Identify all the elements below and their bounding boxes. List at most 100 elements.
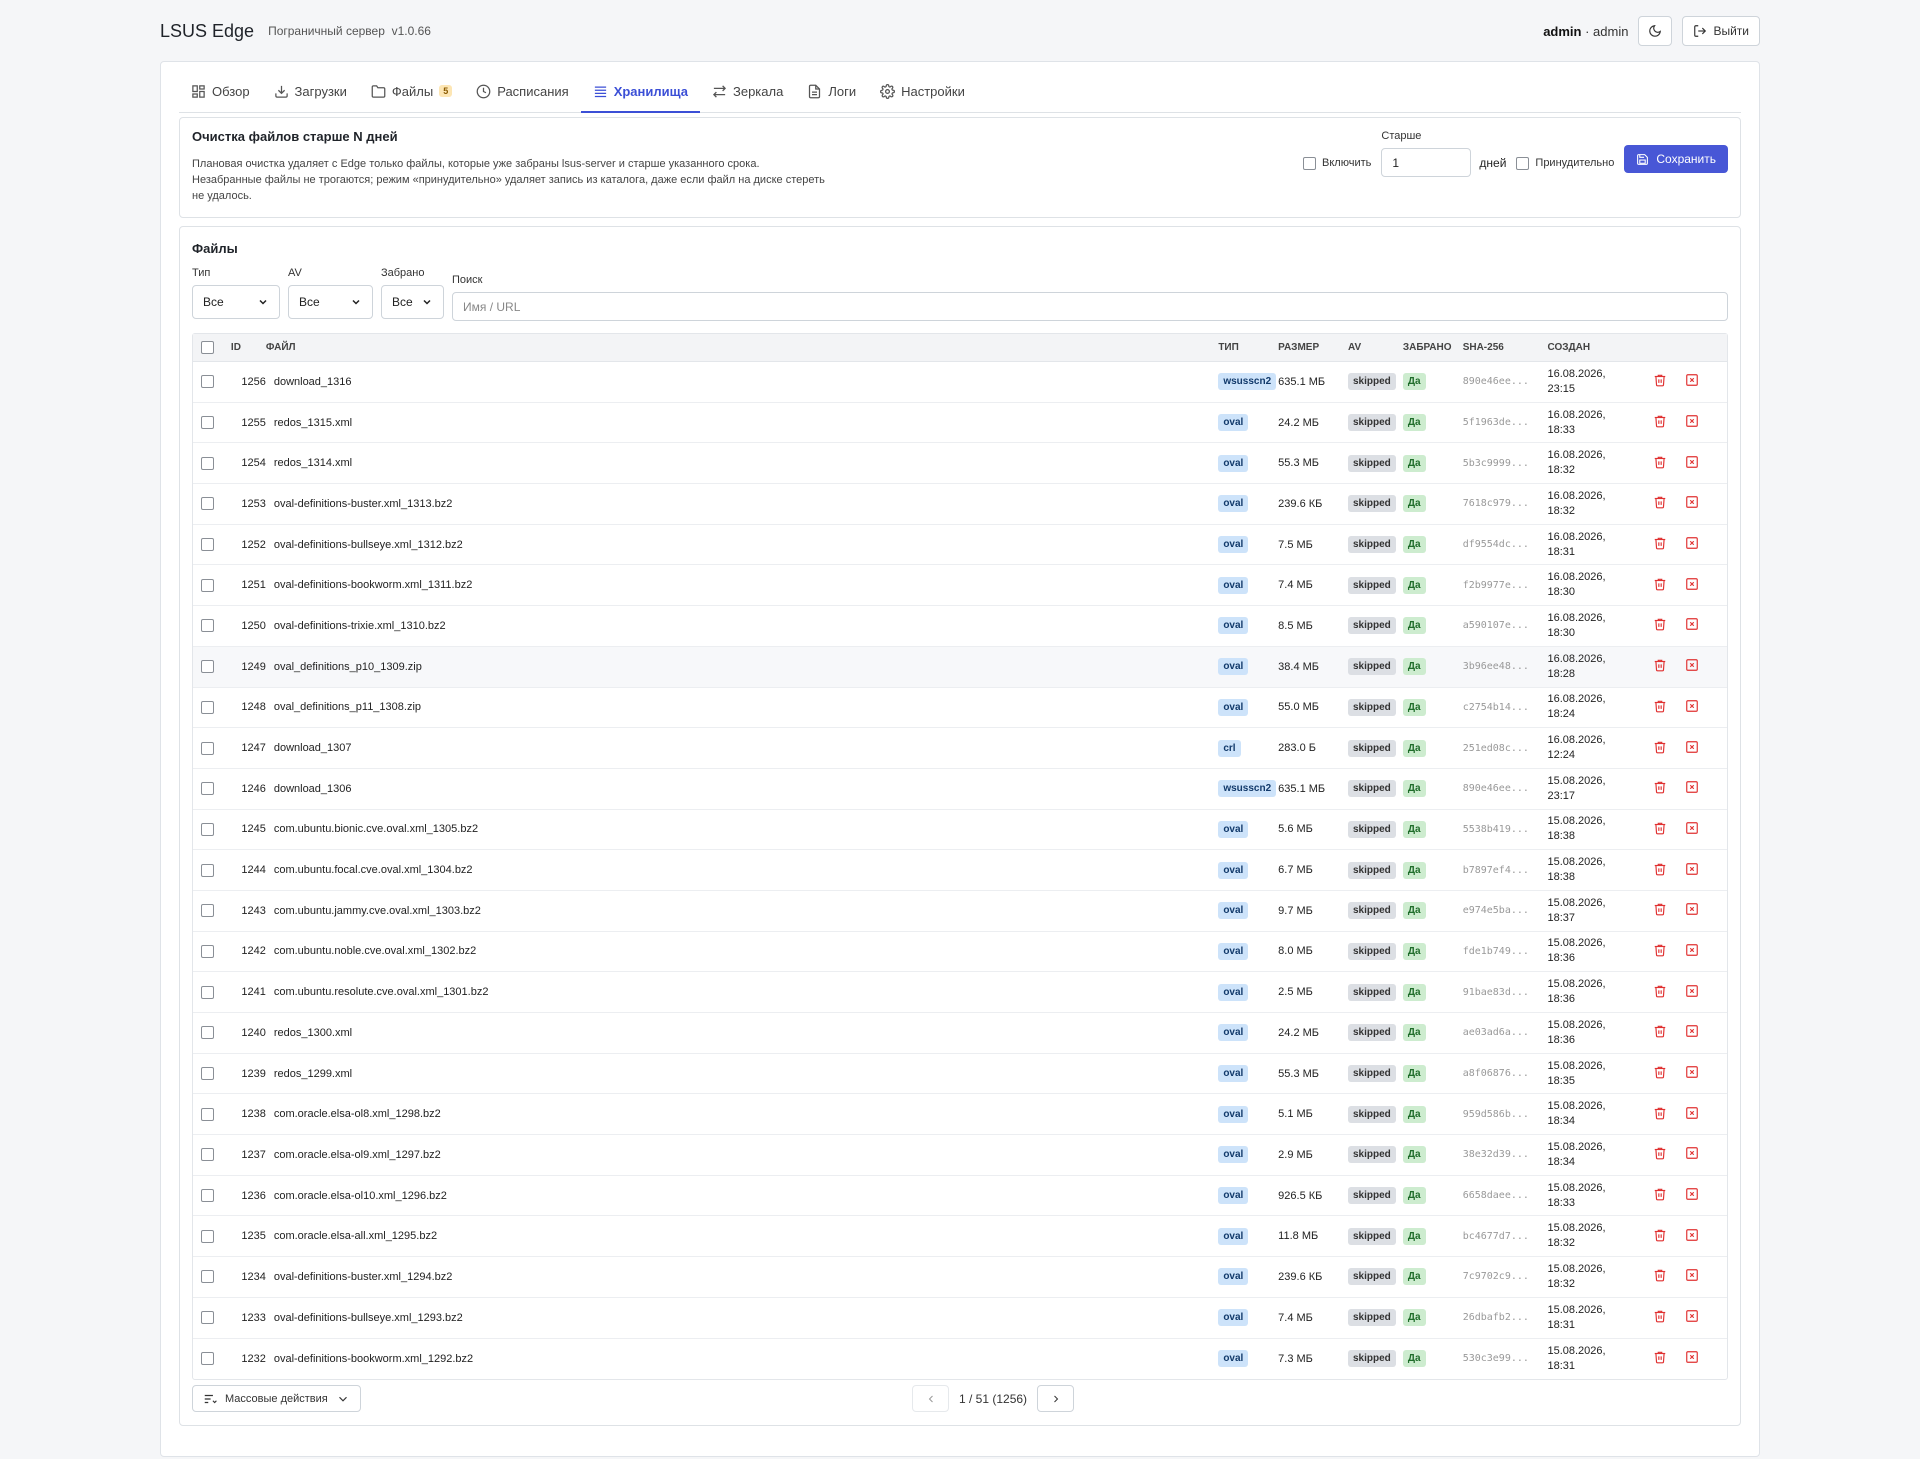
delete-file-button[interactable] [1653, 699, 1667, 716]
row-checkbox[interactable] [201, 904, 214, 918]
row-checkbox[interactable] [201, 660, 214, 674]
row-checkbox[interactable] [201, 375, 214, 389]
remove-record-button[interactable] [1685, 1065, 1699, 1082]
remove-record-button[interactable] [1685, 1228, 1699, 1245]
delete-file-button[interactable] [1653, 617, 1667, 634]
row-checkbox[interactable] [201, 1026, 214, 1040]
col-id[interactable]: ID [231, 342, 266, 353]
col-file[interactable]: ФАЙЛ [266, 342, 1219, 353]
remove-record-button[interactable] [1685, 536, 1699, 553]
theme-toggle-button[interactable] [1638, 16, 1673, 46]
table-row[interactable]: 1238 com.oracle.elsa-ol8.xml_1298.bz2 oval… [193, 1094, 1727, 1136]
table-row[interactable]: 1241 com.ubuntu.resolute.cve.oval.xml_130… [193, 972, 1727, 1013]
delete-file-button[interactable] [1653, 902, 1667, 919]
table-row[interactable]: 1247 download_1307 crl 283.0 Б skipped Да 251e… [193, 728, 1727, 769]
row-checkbox[interactable] [201, 741, 214, 755]
row-checkbox[interactable] [201, 782, 214, 796]
type-select[interactable]: Все [192, 285, 280, 319]
table-row[interactable]: 1254 redos_1314.xml oval 55.3 МБ skipped Да 5b… [193, 443, 1727, 485]
remove-record-button[interactable] [1685, 984, 1699, 1001]
col-av[interactable]: AV [1348, 342, 1403, 353]
delete-file-button[interactable] [1653, 780, 1667, 797]
checkbox-box[interactable] [1516, 156, 1530, 170]
delete-file-button[interactable] [1653, 1146, 1667, 1163]
tab-2[interactable]: Файлы 5 [359, 70, 464, 112]
taken-select[interactable]: Все [381, 285, 444, 319]
table-row[interactable]: 1252 oval-definitions-bullseye.xml_1312.b… [193, 525, 1727, 566]
remove-record-button[interactable] [1685, 617, 1699, 634]
table-row[interactable]: 1236 com.oracle.elsa-ol10.xml_1296.bz2 ova… [193, 1176, 1727, 1217]
save-button[interactable]: Сохранить [1624, 145, 1728, 173]
remove-record-button[interactable] [1685, 699, 1699, 716]
row-checkbox[interactable] [201, 619, 214, 633]
table-row[interactable]: 1234 oval-definitions-buster.xml_1294.bz2… [193, 1257, 1727, 1298]
delete-file-button[interactable] [1653, 1268, 1667, 1285]
remove-record-button[interactable] [1685, 1187, 1699, 1204]
checkbox-box[interactable] [1303, 156, 1317, 170]
row-checkbox[interactable] [201, 822, 214, 836]
table-row[interactable]: 1246 download_1306 wsusscn2 635.1 МБ skipped… [193, 769, 1727, 810]
prev-page-button[interactable] [912, 1385, 949, 1412]
bulk-actions-button[interactable]: Массовые действия [192, 1385, 361, 1412]
row-checkbox[interactable] [201, 1270, 214, 1284]
col-size[interactable]: РАЗМЕР [1278, 342, 1348, 353]
delete-file-button[interactable] [1653, 821, 1667, 838]
table-row[interactable]: 1253 oval-definitions-buster.xml_1313.bz2… [193, 484, 1727, 525]
row-checkbox[interactable] [201, 944, 214, 958]
row-checkbox[interactable] [201, 416, 214, 430]
table-row[interactable]: 1250 oval-definitions-trixie.xml_1310.bz2… [193, 606, 1727, 647]
remove-record-button[interactable] [1685, 821, 1699, 838]
delete-file-button[interactable] [1653, 1187, 1667, 1204]
table-row[interactable]: 1235 com.oracle.elsa-all.xml_1295.bz2 oval… [193, 1216, 1727, 1258]
older-days-input[interactable]: 1 [1381, 148, 1472, 177]
delete-file-button[interactable] [1653, 536, 1667, 553]
remove-record-button[interactable] [1685, 414, 1699, 431]
search-input[interactable]: Имя / URL [452, 292, 1728, 321]
table-row[interactable]: 1244 com.ubuntu.focal.cve.oval.xml_1304.b… [193, 850, 1727, 891]
enable-checkbox[interactable]: Включить [1303, 149, 1371, 177]
table-row[interactable]: 1232 oval-definitions-bookworm.xml_1292.b… [193, 1339, 1727, 1380]
table-row[interactable]: 1233 oval-definitions-bullseye.xml_1293.b… [193, 1298, 1727, 1339]
tab-1[interactable]: Загрузки [262, 70, 359, 112]
table-row[interactable]: 1256 download_1316 wsusscn2 635.1 МБ skipped… [193, 362, 1727, 403]
tab-6[interactable]: Логи [795, 70, 868, 112]
row-checkbox[interactable] [201, 497, 214, 511]
logout-button[interactable]: Выйти [1682, 16, 1760, 46]
delete-file-button[interactable] [1653, 373, 1667, 390]
delete-file-button[interactable] [1653, 1228, 1667, 1245]
table-row[interactable]: 1251 oval-definitions-bookworm.xml_1311.b… [193, 565, 1727, 607]
row-checkbox[interactable] [201, 1107, 214, 1121]
delete-file-button[interactable] [1653, 577, 1667, 594]
remove-record-button[interactable] [1685, 1106, 1699, 1123]
table-row[interactable]: 1239 redos_1299.xml oval 55.3 МБ skipped Да a8… [193, 1054, 1727, 1095]
delete-file-button[interactable] [1653, 414, 1667, 431]
remove-record-button[interactable] [1685, 373, 1699, 390]
tab-3[interactable]: Расписания [464, 70, 580, 112]
row-checkbox[interactable] [201, 1229, 214, 1243]
select-all-checkbox[interactable] [201, 341, 214, 354]
remove-record-button[interactable] [1685, 862, 1699, 879]
row-checkbox[interactable] [201, 1067, 214, 1081]
table-row[interactable]: 1245 com.ubuntu.bionic.cve.oval.xml_1305.… [193, 810, 1727, 851]
av-select[interactable]: Все [288, 285, 373, 319]
tab-0[interactable]: Обзор [179, 70, 262, 112]
table-row[interactable]: 1243 com.ubuntu.jammy.cve.oval.xml_1303.b… [193, 891, 1727, 932]
table-row[interactable]: 1237 com.oracle.elsa-ol9.xml_1297.bz2 oval… [193, 1135, 1727, 1176]
table-row[interactable]: 1242 com.ubuntu.noble.cve.oval.xml_1302.b… [193, 932, 1727, 973]
remove-record-button[interactable] [1685, 658, 1699, 675]
delete-file-button[interactable] [1653, 1309, 1667, 1326]
delete-file-button[interactable] [1653, 862, 1667, 879]
remove-record-button[interactable] [1685, 1024, 1699, 1041]
col-type[interactable]: ТИП [1218, 342, 1278, 353]
remove-record-button[interactable] [1685, 780, 1699, 797]
table-row[interactable]: 1255 redos_1315.xml oval 24.2 МБ skipped Да 5f… [193, 403, 1727, 444]
row-checkbox[interactable] [201, 538, 214, 552]
remove-record-button[interactable] [1685, 1146, 1699, 1163]
remove-record-button[interactable] [1685, 577, 1699, 594]
remove-record-button[interactable] [1685, 1350, 1699, 1367]
row-checkbox[interactable] [201, 1148, 214, 1162]
delete-file-button[interactable] [1653, 740, 1667, 757]
delete-file-button[interactable] [1653, 984, 1667, 1001]
col-created[interactable]: СОЗДАН [1547, 340, 1647, 355]
delete-file-button[interactable] [1653, 1106, 1667, 1123]
